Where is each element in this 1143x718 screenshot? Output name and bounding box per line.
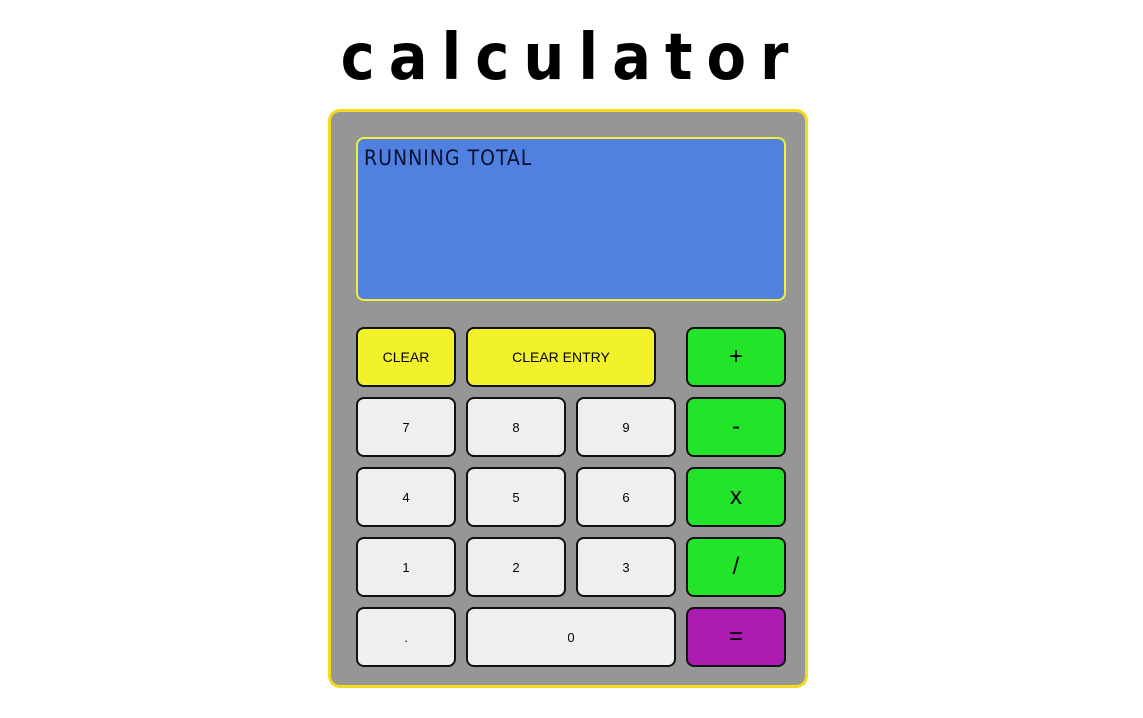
digit-7-button[interactable]: 7 <box>356 397 456 457</box>
digit-1-button[interactable]: 1 <box>356 537 456 597</box>
calculator-display: Running Total <box>356 137 786 301</box>
minus-button[interactable]: - <box>686 397 786 457</box>
running-total-display: Running Total <box>364 146 533 170</box>
decimal-button[interactable]: . <box>356 607 456 667</box>
multiply-button[interactable]: x <box>686 467 786 527</box>
equals-button[interactable]: = <box>686 607 786 667</box>
clear-entry-button[interactable]: CLEAR ENTRY <box>466 327 656 387</box>
digit-8-button[interactable]: 8 <box>466 397 566 457</box>
digit-9-button[interactable]: 9 <box>576 397 676 457</box>
digit-5-button[interactable]: 5 <box>466 467 566 527</box>
digit-6-button[interactable]: 6 <box>576 467 676 527</box>
calculator-body: Running Total CLEAR CLEAR ENTRY + 7 8 9 … <box>328 109 808 688</box>
clear-button[interactable]: CLEAR <box>356 327 456 387</box>
digit-4-button[interactable]: 4 <box>356 467 456 527</box>
digit-2-button[interactable]: 2 <box>466 537 566 597</box>
divide-button[interactable]: / <box>686 537 786 597</box>
plus-button[interactable]: + <box>686 327 786 387</box>
digit-3-button[interactable]: 3 <box>576 537 676 597</box>
page-title: calculator <box>340 21 803 95</box>
digit-0-button[interactable]: 0 <box>466 607 676 667</box>
